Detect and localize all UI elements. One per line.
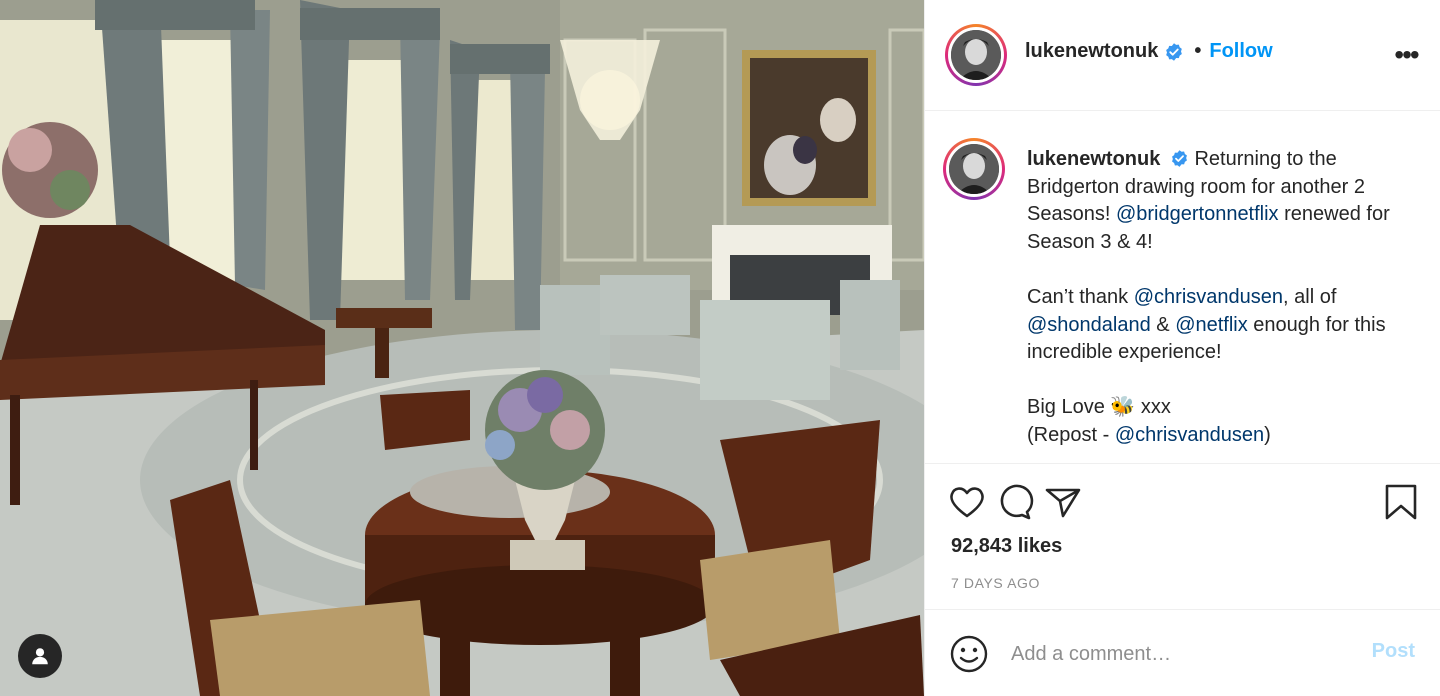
caption-username[interactable]: lukenewtonuk [1027,148,1160,170]
author-username[interactable]: lukenewtonuk [1025,40,1158,63]
like-count[interactable]: 92,843 likes [951,535,1062,558]
comment-icon[interactable] [995,482,1035,522]
action-bar [925,478,1440,528]
author-avatar[interactable] [945,24,1007,86]
caption-text: & [1150,313,1176,336]
comment-form: Post [925,609,1440,696]
mention-link[interactable]: @netflix [1175,314,1248,336]
post-caption: lukenewtonuk Returning to the Bridgerton… [1027,146,1417,450]
mention-link[interactable]: @chrisvandusen [1134,286,1283,308]
user-tag-button[interactable] [18,634,62,678]
instagram-post-modal: lukenewtonuk • Follow ••• lukenewtonuk R… [0,0,1440,696]
author-row: lukenewtonuk • Follow [1025,40,1273,63]
share-icon[interactable] [1043,482,1083,522]
post-timestamp[interactable]: 7 DAYS AGO [951,575,1040,591]
post-header: lukenewtonuk • Follow ••• [925,0,1440,111]
drawing-room-image [0,0,924,696]
post-sidebar: lukenewtonuk • Follow ••• lukenewtonuk R… [924,0,1440,696]
caption-text: ) [1264,423,1271,446]
avatar-photo [951,30,1001,80]
user-tag-icon [32,648,48,665]
emoji-icon[interactable] [949,634,989,674]
caption-text: Can’t thank [1027,285,1134,308]
mention-link[interactable]: @chrisvandusen [1115,424,1264,446]
follow-button[interactable]: Follow [1209,40,1272,63]
avatar-photo [949,144,999,194]
caption-author-avatar[interactable] [943,138,1005,200]
separator-dot: • [1194,40,1202,62]
heart-icon[interactable] [947,482,987,522]
verified-badge-icon [1166,42,1183,61]
verified-badge-icon [1171,150,1187,167]
mention-link[interactable]: @shondaland [1027,314,1151,336]
more-options-icon[interactable]: ••• [1391,41,1421,69]
post-comment-button[interactable]: Post [1372,640,1415,663]
post-photo[interactable] [0,0,924,696]
caption-section: lukenewtonuk Returning to the Bridgerton… [925,112,1440,464]
mention-link[interactable]: @bridgertonnetflix [1116,203,1279,225]
caption-text: , all of [1283,285,1337,308]
bookmark-icon[interactable] [1381,482,1421,522]
caption-text: (Repost - [1027,423,1115,446]
caption-text: Big Love 🐝 xxx [1027,396,1171,419]
comment-input[interactable] [1011,638,1341,670]
